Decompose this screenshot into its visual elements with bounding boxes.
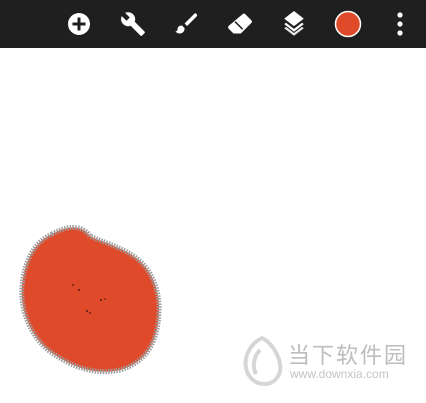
- color-picker-button[interactable]: [328, 4, 368, 44]
- watermark-title: 当下软件园: [288, 344, 409, 369]
- more-vertical-icon: [397, 12, 403, 36]
- layers-icon: [284, 11, 304, 36]
- more-options-button[interactable]: [380, 4, 420, 44]
- brush-icon: [175, 13, 198, 34]
- layers-button[interactable]: [274, 4, 314, 44]
- wrench-icon: [121, 12, 145, 36]
- settings-button[interactable]: [113, 4, 153, 44]
- watermark: 当下软件园 www.downxia.com: [240, 336, 420, 386]
- watermark-url: www.downxia.com: [290, 367, 389, 381]
- paint-stroke: [19, 225, 162, 375]
- brush-button[interactable]: [166, 4, 206, 44]
- eraser-button[interactable]: [220, 4, 260, 44]
- drawing-app: 当下软件园 www.downxia.com: [0, 0, 426, 403]
- top-toolbar: [0, 0, 426, 48]
- eraser-icon: [228, 13, 252, 34]
- add-circle-icon: [68, 13, 90, 35]
- color-swatch-icon: [334, 10, 362, 38]
- add-button[interactable]: [59, 4, 99, 44]
- watermark-logo-icon: [243, 336, 283, 386]
